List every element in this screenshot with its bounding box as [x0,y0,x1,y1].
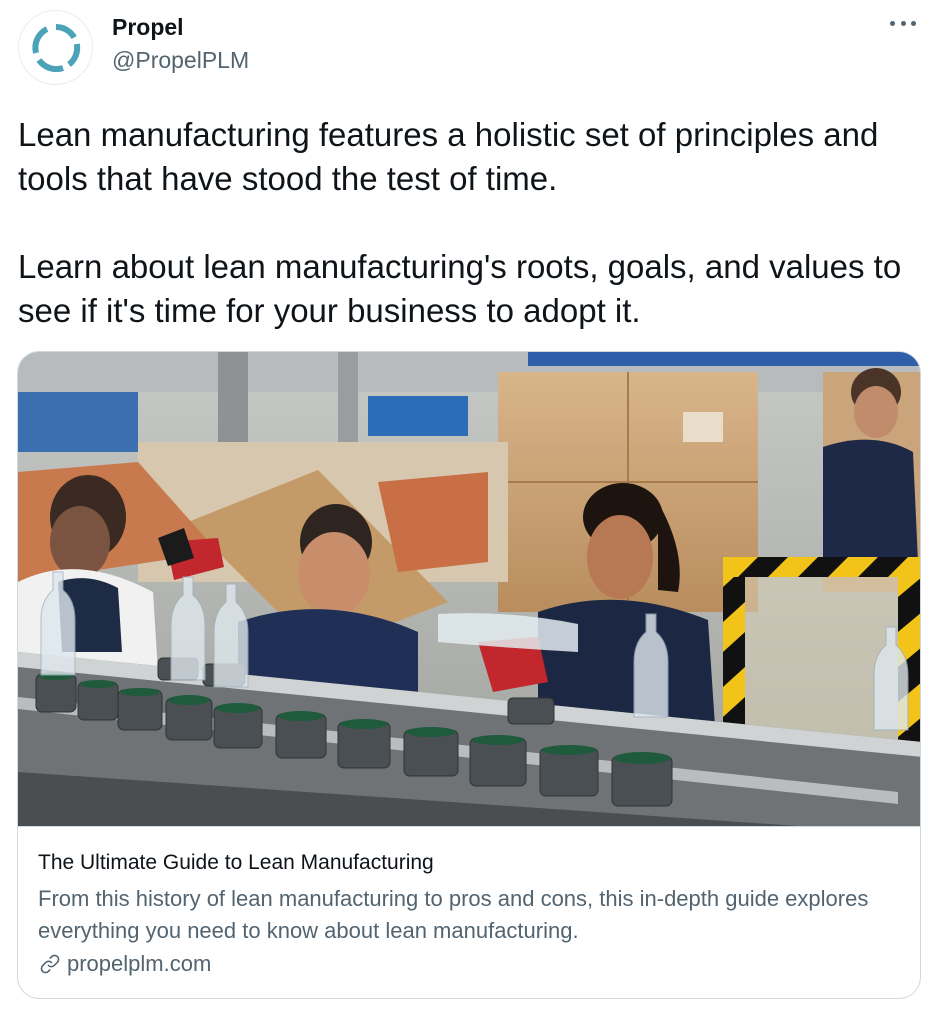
tweet-paragraph: Learn about lean manufacturing's roots, … [18,248,902,329]
tweet-text: Lean manufacturing features a holistic s… [18,113,923,333]
factory-bottling-line-photo [18,352,920,827]
card-description: From this history of lean manufacturing … [38,886,869,943]
more-options-button[interactable] [890,16,916,30]
propel-logo-icon [31,23,80,72]
author-name[interactable]: Propel [112,14,184,41]
more-dots-icon [890,20,895,26]
card-title[interactable]: The Ultimate Guide to Lean Manufacturing [38,851,434,875]
author-handle[interactable]: @PropelPLM [112,47,249,74]
link-card[interactable]: The Ultimate Guide to Lean Manufacturing… [17,351,921,999]
avatar[interactable] [18,10,93,85]
link-icon [38,952,62,976]
card-domain[interactable]: propelplm.com [38,951,211,977]
card-domain-text: propelplm.com [67,951,212,976]
tweet-paragraph: Lean manufacturing features a holistic s… [18,116,879,197]
card-body[interactable]: The Ultimate Guide to Lean Manufacturing… [18,826,920,998]
card-image[interactable] [18,352,920,827]
